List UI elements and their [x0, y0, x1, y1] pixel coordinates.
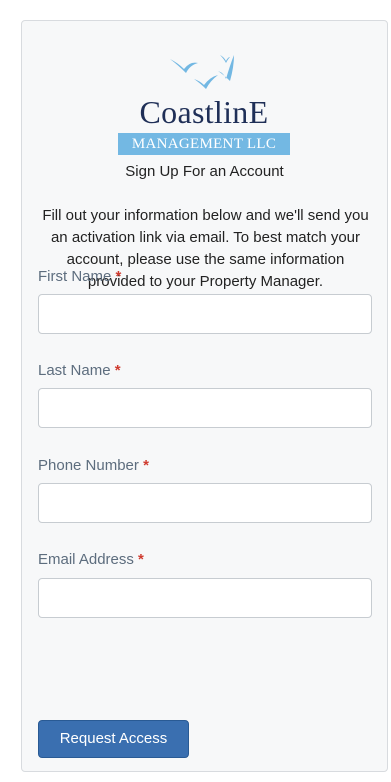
- last-name-label-text: Last Name: [38, 362, 111, 379]
- required-marker: *: [114, 362, 121, 379]
- first-name-label-text: First Name: [38, 268, 112, 285]
- first-name-label: First Name *: [38, 267, 121, 287]
- last-name-input[interactable]: [38, 388, 372, 428]
- seagulls-icon: [170, 55, 234, 89]
- required-marker: *: [143, 457, 149, 474]
- last-name-label: Last Name *: [38, 361, 121, 381]
- signup-heading: Sign Up For an Account: [125, 163, 284, 180]
- request-access-button[interactable]: Request Access: [38, 720, 189, 758]
- email-address-label-text: Email Address: [38, 551, 134, 568]
- email-address-input[interactable]: [38, 578, 372, 618]
- page: CoastlinE MANAGEMENT LLC Sign Up For an …: [0, 0, 391, 782]
- company-logo: CoastlinE MANAGEMENT LLC: [118, 51, 290, 155]
- phone-number-label-text: Phone Number: [38, 457, 139, 474]
- phone-number-input[interactable]: [38, 483, 372, 523]
- required-marker: *: [138, 551, 144, 568]
- logo-wordmark: CoastlinE: [139, 94, 269, 130]
- first-name-input[interactable]: [38, 294, 372, 334]
- logo-subtitle: MANAGEMENT LLC: [118, 133, 290, 155]
- signup-card: CoastlinE MANAGEMENT LLC Sign Up For an …: [21, 20, 388, 772]
- required-marker: *: [115, 268, 122, 285]
- phone-number-label: Phone Number *: [38, 456, 149, 476]
- email-address-label: Email Address *: [38, 550, 144, 570]
